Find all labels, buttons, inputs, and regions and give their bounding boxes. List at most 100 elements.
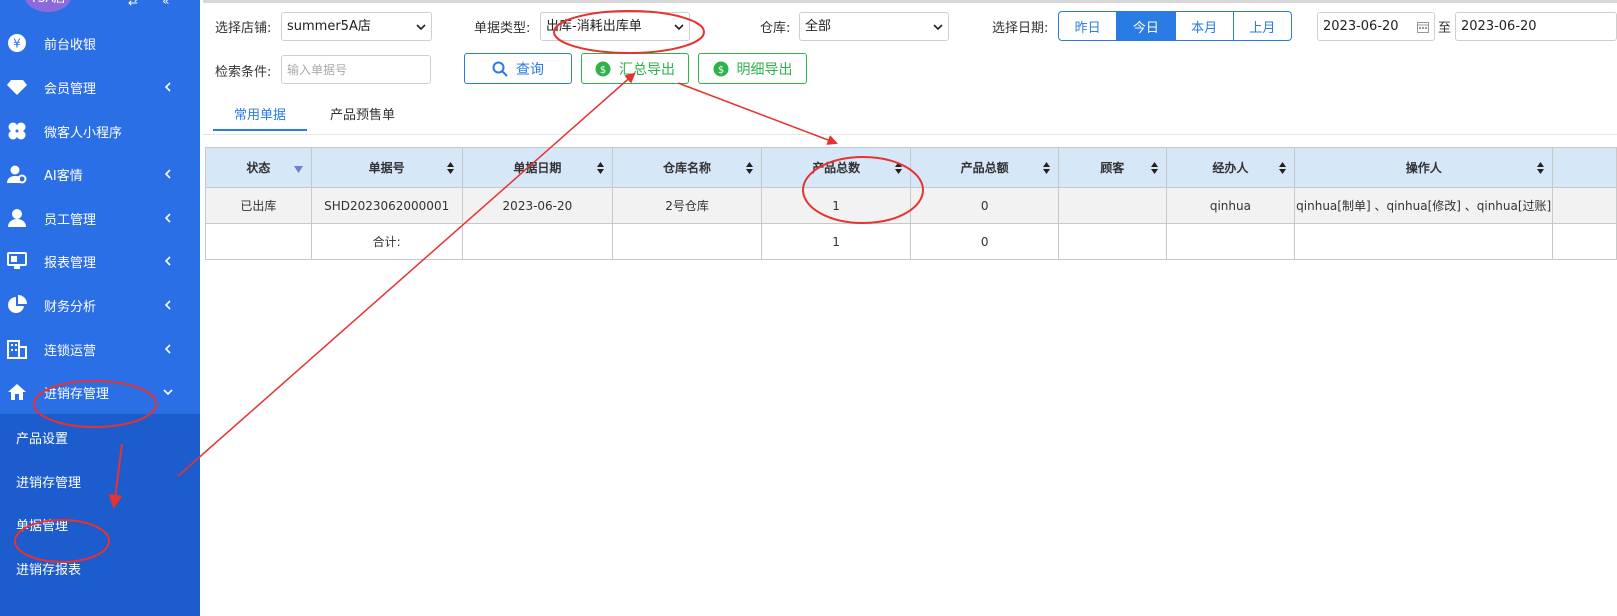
chevron-left-icon	[162, 168, 174, 180]
col-header-customer[interactable]: 顾客	[1057, 147, 1167, 188]
sub-item-inventory-report[interactable]: 进销存报表	[16, 559, 81, 578]
switch-icon[interactable]: ⇄	[128, 0, 138, 8]
cell-extra	[1552, 187, 1617, 224]
documents-table: 状态 单据号 单据日期 仓库名称 产品总数 产品总额 顾客 经办人 操作人 已出…	[205, 147, 1617, 260]
warehouse-select[interactable]: 全部	[799, 12, 949, 41]
sidebar-item-label: 前台收银	[44, 37, 97, 53]
col-header-doc-date[interactable]: 单据日期	[461, 147, 614, 188]
table-row[interactable]: 已出库 SHD2023062000001 2023-06-20 2号仓库 1 0…	[205, 187, 1617, 224]
store-select[interactable]: summer5A店	[281, 12, 432, 41]
sort-icon[interactable]	[446, 162, 454, 174]
top-divider	[203, 0, 1617, 3]
user-icon	[6, 207, 28, 229]
cell-warehouse: 2号仓库	[612, 187, 762, 224]
sidebar-item-label: 进销存管理	[44, 386, 110, 402]
chevron-down-icon	[933, 24, 943, 31]
sidebar-item-chain[interactable]: 连锁运营	[0, 327, 200, 371]
col-header-doc-number[interactable]: 单据号	[310, 147, 463, 188]
cell-total-warehouse	[612, 223, 762, 260]
home-icon	[6, 381, 28, 403]
chevron-left-icon	[162, 212, 174, 224]
col-header-status[interactable]: 状态	[205, 147, 312, 188]
cell-total-product-amount: 0	[910, 223, 1059, 260]
doc-type-select-value: 出库-消耗出库单	[546, 19, 642, 34]
sidebar-item-members[interactable]: 会员管理	[0, 65, 200, 109]
cell-product-count: 1	[760, 187, 912, 224]
col-header-product-count[interactable]: 产品总数	[760, 147, 912, 188]
cell-total-customer	[1057, 223, 1167, 260]
store-label: 选择店铺:	[215, 21, 272, 36]
detail-export-button[interactable]: $ 明细导出	[698, 53, 807, 84]
col-header-operator[interactable]: 操作人	[1294, 147, 1554, 188]
sidebar-item-label: 连锁运营	[44, 343, 97, 359]
sidebar-item-label: 会员管理	[44, 81, 97, 97]
query-button[interactable]: 查询	[464, 53, 572, 84]
sort-icon[interactable]	[745, 162, 753, 174]
sidebar-item-staff[interactable]: 员工管理	[0, 196, 200, 240]
store-avatar[interactable]: TSA店	[24, 0, 72, 12]
chevron-left-icon	[162, 343, 174, 355]
sort-icon[interactable]	[1279, 162, 1287, 174]
tab-presale-orders[interactable]: 产品预售单	[330, 98, 430, 131]
cell-customer	[1057, 187, 1167, 224]
date-label: 选择日期:	[992, 21, 1049, 36]
sidebar-item-ai[interactable]: AI客情	[0, 152, 200, 196]
cell-total-operator	[1294, 223, 1554, 260]
building-icon	[6, 338, 28, 360]
dollar-coin-icon: $	[595, 61, 611, 76]
date-yesterday-button[interactable]: 昨日	[1059, 12, 1118, 40]
date-from-field[interactable]: 2023-06-20	[1317, 12, 1435, 41]
sort-icon[interactable]	[1150, 162, 1158, 174]
date-this-month-button[interactable]: 本月	[1176, 12, 1234, 40]
sub-item-inventory-management[interactable]: 进销存管理	[16, 472, 81, 491]
date-to-field[interactable]: 2023-06-20	[1455, 12, 1617, 41]
search-label: 检索条件:	[215, 65, 272, 80]
sort-icon[interactable]	[1537, 162, 1545, 174]
search-icon	[492, 61, 508, 77]
sidebar-item-cashier[interactable]: ¥ 前台收银	[0, 21, 200, 65]
summary-export-button[interactable]: $ 汇总导出	[581, 53, 689, 84]
collapse-icon[interactable]: «	[162, 0, 169, 8]
date-to-value: 2023-06-20	[1461, 19, 1537, 34]
pie-icon	[6, 294, 28, 316]
doc-type-select[interactable]: 出库-消耗出库单	[540, 12, 690, 41]
sort-icon[interactable]	[895, 162, 903, 174]
search-input[interactable]	[281, 55, 431, 84]
chevron-left-icon	[162, 299, 174, 311]
cell-operator: qinhua[制单] 、qinhua[修改] 、qinhua[过账]	[1294, 187, 1554, 224]
sidebar-item-miniprogram[interactable]: 微客人小程序	[0, 109, 200, 153]
date-from-value: 2023-06-20	[1323, 19, 1399, 34]
cell-product-amount: 0	[910, 187, 1059, 224]
sidebar-item-label: 财务分析	[44, 299, 97, 315]
sidebar-item-finance[interactable]: 财务分析	[0, 283, 200, 327]
col-header-product-amount[interactable]: 产品总额	[910, 147, 1059, 188]
sidebar-item-inventory[interactable]: 进销存管理	[0, 370, 200, 414]
sub-item-product-settings[interactable]: 产品设置	[16, 428, 68, 447]
date-today-button[interactable]: 今日	[1117, 12, 1176, 40]
sort-icon[interactable]	[1042, 162, 1050, 174]
cell-total-handler	[1165, 223, 1296, 260]
user-gear-icon	[6, 163, 28, 185]
cell-doc-number[interactable]: SHD2023062000001	[310, 187, 463, 224]
header-tools: ⇄ «	[128, 0, 193, 8]
dollar-coin-icon: $	[713, 61, 728, 76]
yen-coin-icon: ¥	[6, 32, 28, 54]
filter-icon[interactable]	[293, 166, 303, 173]
svg-text:$: $	[600, 65, 606, 76]
sub-item-document-management[interactable]: 单据管理	[16, 515, 68, 534]
sort-icon[interactable]	[597, 162, 605, 174]
warehouse-select-value: 全部	[805, 19, 832, 34]
col-header-warehouse[interactable]: 仓库名称	[612, 147, 762, 188]
sidebar-item-reports[interactable]: 报表管理	[0, 239, 200, 283]
cell-doc-date: 2023-06-20	[461, 187, 614, 224]
cell-total-product-count: 1	[760, 223, 912, 260]
cell-total-status	[205, 223, 312, 260]
warehouse-label: 仓库:	[760, 21, 791, 36]
app-window: TSA店 ⇄« ¥ 前台收银 会员管理 微客人小程序	[0, 0, 1617, 616]
summary-export-label: 汇总导出	[619, 61, 675, 78]
store-select-value: summer5A店	[287, 19, 371, 34]
col-header-handler[interactable]: 经办人	[1165, 147, 1296, 188]
date-last-month-button[interactable]: 上月	[1234, 12, 1291, 40]
date-separator: 至	[1438, 21, 1452, 36]
tab-common-documents[interactable]: 常用单据	[213, 98, 307, 131]
